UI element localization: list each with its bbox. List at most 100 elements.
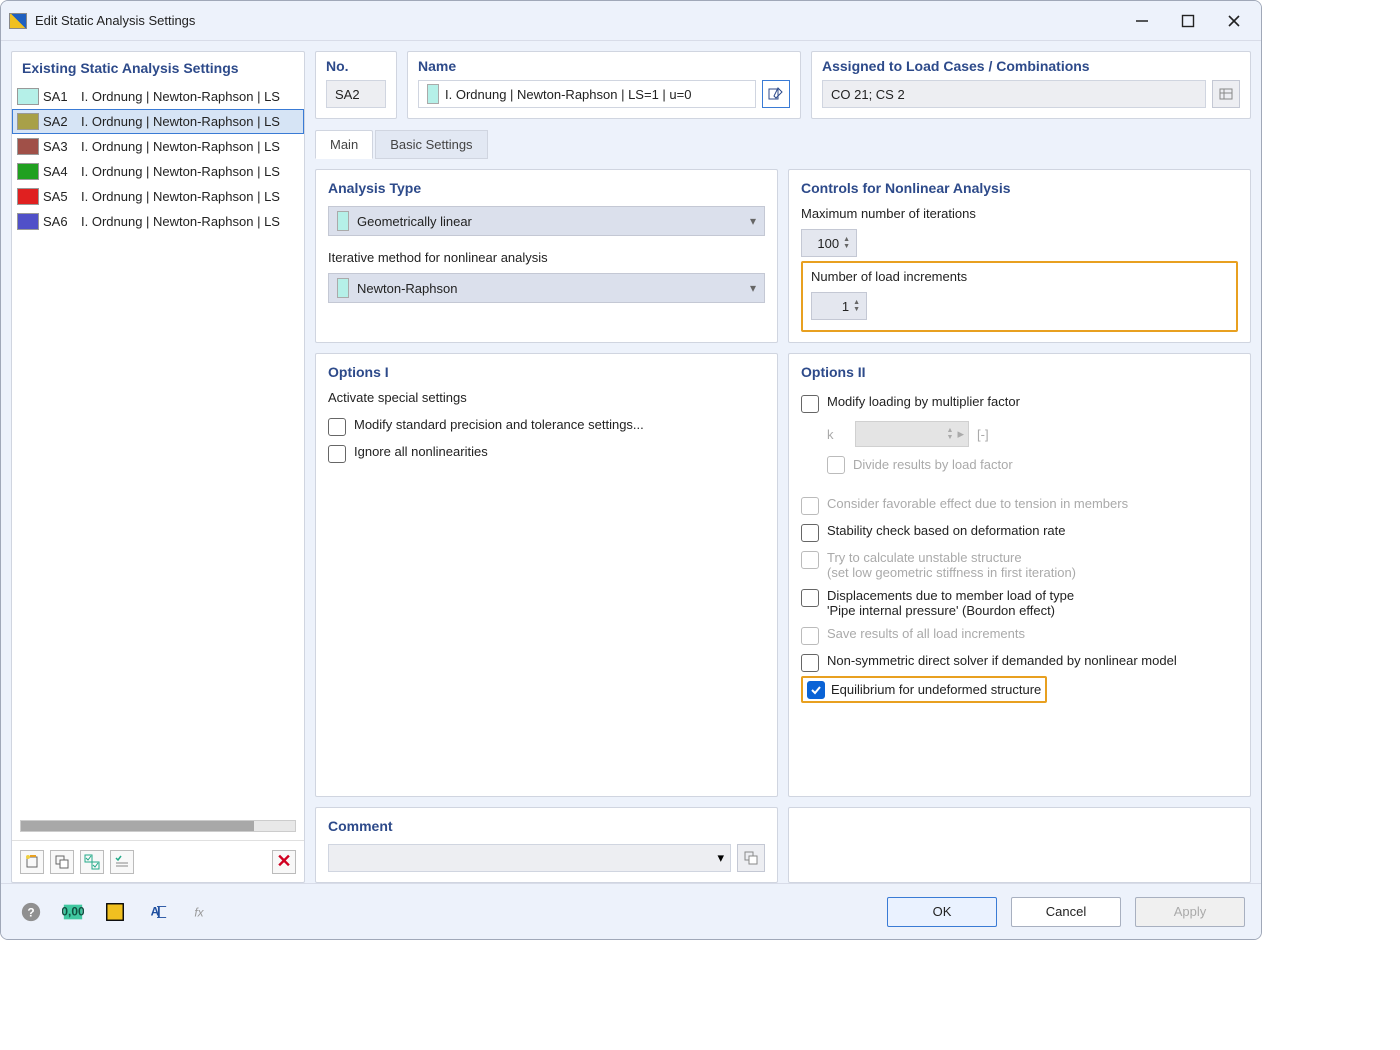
modify-precision-label: Modify standard precision and tolerance … <box>354 417 644 432</box>
empty-panel <box>788 807 1251 883</box>
analysis-type-value: Geometrically linear <box>357 214 750 229</box>
color-icon[interactable] <box>101 898 129 926</box>
k-unit: [-] <box>977 427 989 442</box>
displacements-pipe-checkbox[interactable] <box>801 589 819 607</box>
modify-multiplier-label: Modify loading by multiplier factor <box>827 394 1020 409</box>
side-panel: Existing Static Analysis Settings SA1 I. … <box>11 51 305 883</box>
ignore-nonlinearities-checkbox[interactable] <box>328 445 346 463</box>
units-icon[interactable]: 0,00 <box>59 898 87 926</box>
modify-multiplier-checkbox[interactable] <box>801 395 819 413</box>
minimize-button[interactable] <box>1135 14 1149 28</box>
stability-check-label: Stability check based on deformation rat… <box>827 523 1065 538</box>
no-value: SA2 <box>326 80 386 108</box>
equilibrium-label: Equilibrium for undeformed structure <box>831 682 1041 697</box>
displacements-pipe-label2: 'Pipe internal pressure' (Bourdon effect… <box>827 603 1055 618</box>
svg-text:?: ? <box>27 905 34 919</box>
options2-title: Options II <box>801 364 1238 380</box>
consider-tension-checkbox <box>801 497 819 515</box>
displacements-pipe-label1: Displacements due to member load of type <box>827 588 1074 603</box>
name-input[interactable]: I. Ordnung | Newton-Raphson | LS=1 | u=0 <box>418 80 756 108</box>
activate-label: Activate special settings <box>328 390 765 405</box>
row-swatch <box>17 88 39 105</box>
settings-row-sa4[interactable]: SA4 I. Ordnung | Newton-Raphson | LS <box>12 159 304 184</box>
row-desc: I. Ordnung | Newton-Raphson | LS <box>81 114 280 129</box>
nonsym-solver-checkbox[interactable] <box>801 654 819 672</box>
settings-row-sa2[interactable]: SA2I. Ordnung | Newton-Raphson | LS <box>12 109 304 134</box>
new-button[interactable] <box>20 850 44 874</box>
tab-basic-settings[interactable]: Basic Settings <box>375 130 487 159</box>
try-unstable-checkbox <box>801 551 819 569</box>
max-iter-label: Maximum number of iterations <box>801 206 1238 221</box>
assigned-group: Assigned to Load Cases / Combinations CO… <box>811 51 1251 119</box>
combo-swatch <box>337 211 349 231</box>
window-controls <box>1135 14 1253 28</box>
row-id: SA1 <box>43 89 77 104</box>
help-icon[interactable]: ? <box>17 898 45 926</box>
name-text: I. Ordnung | Newton-Raphson | LS=1 | u=0 <box>445 87 691 102</box>
analysis-type-panel: Analysis Type Geometrically linear ▾ Ite… <box>315 169 778 343</box>
modify-precision-checkbox[interactable] <box>328 418 346 436</box>
settings-row-sa1[interactable]: SA1 I. Ordnung | Newton-Raphson | LS <box>12 84 304 109</box>
check-list-button[interactable] <box>110 850 134 874</box>
horizontal-scrollbar[interactable] <box>20 820 296 832</box>
options1-panel: Options I Activate special settings Modi… <box>315 353 778 797</box>
svg-text:0,00: 0,00 <box>62 904 84 918</box>
divide-results-checkbox <box>827 456 845 474</box>
fx-icon[interactable]: fx <box>185 898 213 926</box>
options2-panel: Options II Modify loading by multiplier … <box>788 353 1251 797</box>
ignore-nonlinearities-label: Ignore all nonlinearities <box>354 444 488 459</box>
assigned-value: CO 21; CS 2 <box>822 80 1206 108</box>
ok-button[interactable]: OK <box>887 897 997 927</box>
settings-row-sa5[interactable]: SA5I. Ordnung | Newton-Raphson | LS <box>12 184 304 209</box>
label-icon[interactable]: A <box>143 898 171 926</box>
apply-button: Apply <box>1135 897 1245 927</box>
row-id: SA4 <box>43 164 77 179</box>
analysis-type-combo[interactable]: Geometrically linear ▾ <box>328 206 765 236</box>
delete-button[interactable]: ✕ <box>272 850 296 874</box>
row-desc: I. Ordnung | Newton-Raphson | LS <box>81 89 280 104</box>
assigned-picker-button[interactable] <box>1212 80 1240 108</box>
max-iter-spinner[interactable]: 100▲▼ <box>801 229 857 257</box>
load-incr-label: Number of load increments <box>811 269 1228 284</box>
spinner-arrows-icon: ▲▼ <box>853 299 860 313</box>
settings-list[interactable]: SA1I. Ordnung | Newton-Raphson | LSSA2I.… <box>12 84 304 812</box>
settings-row-sa6[interactable]: SA6 I. Ordnung | Newton-Raphson | LS <box>12 209 304 234</box>
window-title: Edit Static Analysis Settings <box>35 13 1135 28</box>
row-desc: I. Ordnung | Newton-Raphson | LS <box>81 164 280 179</box>
body-area: Existing Static Analysis Settings SA1 I. … <box>1 41 1261 883</box>
close-button[interactable] <box>1227 14 1241 28</box>
side-header: Existing Static Analysis Settings <box>12 52 304 84</box>
load-incr-value: 1 <box>818 299 853 314</box>
try-unstable-sub: (set low geometric stiffness in first it… <box>827 565 1076 580</box>
options1-title: Options I <box>328 364 765 380</box>
analysis-type-title: Analysis Type <box>328 180 765 196</box>
iter-method-combo[interactable]: Newton-Raphson ▾ <box>328 273 765 303</box>
load-incr-spinner[interactable]: 1▲▼ <box>811 292 867 320</box>
settings-row-sa3[interactable]: SA3I. Ordnung | Newton-Raphson | LS <box>12 134 304 159</box>
stability-check-checkbox[interactable] <box>801 524 819 542</box>
name-group: Name I. Ordnung | Newton-Raphson | LS=1 … <box>407 51 801 119</box>
name-swatch <box>427 84 439 104</box>
row-id: SA6 <box>43 214 77 229</box>
top-fields: No. SA2 Name I. Ordnung | Newton-Raphson… <box>315 51 1251 119</box>
chevron-down-icon: ▾ <box>717 850 724 866</box>
row-swatch <box>17 113 39 130</box>
k-input: ▲▼▸ <box>855 421 969 447</box>
save-results-checkbox <box>801 627 819 645</box>
no-group: No. SA2 <box>315 51 397 119</box>
cancel-button[interactable]: Cancel <box>1011 897 1121 927</box>
controls-panel: Controls for Nonlinear Analysis Maximum … <box>788 169 1251 343</box>
row-desc: I. Ordnung | Newton-Raphson | LS <box>81 214 280 229</box>
rename-button[interactable] <box>762 80 790 108</box>
duplicate-button[interactable] <box>50 850 74 874</box>
maximize-button[interactable] <box>1181 14 1195 28</box>
equilibrium-checkbox[interactable] <box>807 681 825 699</box>
k-label: k <box>827 427 847 442</box>
try-unstable-label: Try to calculate unstable structure <box>827 550 1022 565</box>
check-all-button[interactable] <box>80 850 104 874</box>
comment-combo[interactable]: ▾ <box>328 844 731 872</box>
row-desc: I. Ordnung | Newton-Raphson | LS <box>81 189 280 204</box>
tab-main[interactable]: Main <box>315 130 373 159</box>
comment-copy-button[interactable] <box>737 844 765 872</box>
controls-title: Controls for Nonlinear Analysis <box>801 180 1238 196</box>
